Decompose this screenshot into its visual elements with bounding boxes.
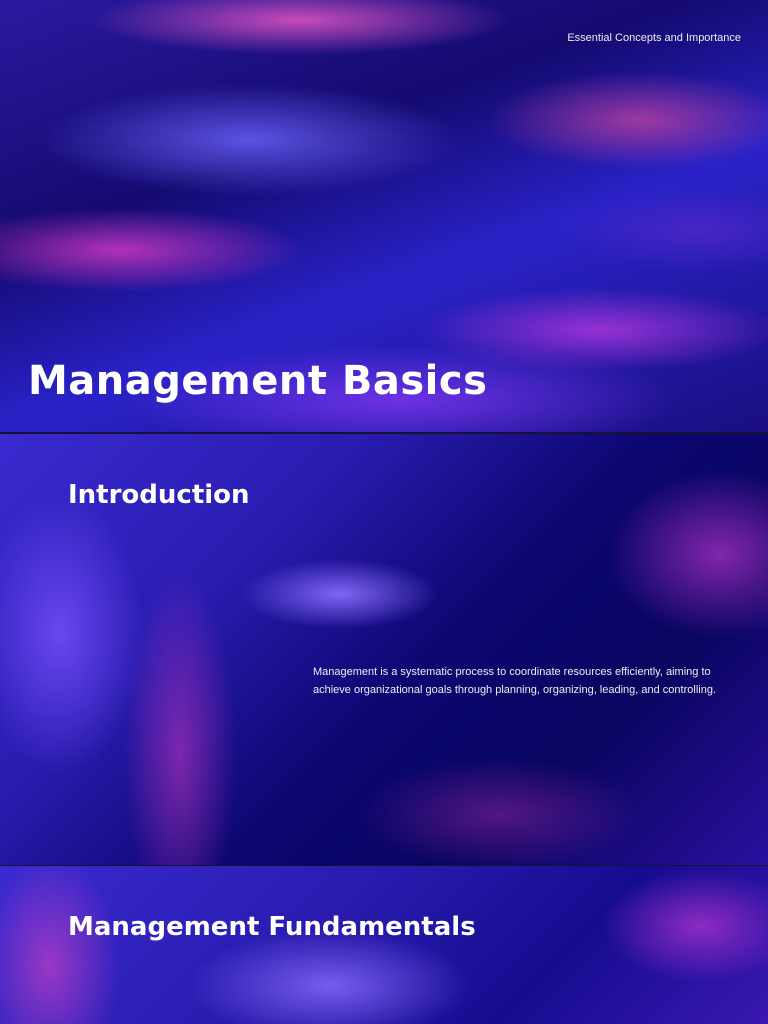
slide-body-text: Management is a systematic process to co… (313, 666, 717, 696)
slide-fundamentals: Management Fundamentals (0, 866, 768, 1024)
slide-title: Essential Concepts and Importance Manage… (0, 0, 768, 432)
slide-introduction: Introduction Management is a systematic … (0, 434, 768, 865)
slide-heading: Management Fundamentals (68, 912, 476, 942)
slide-heading: Introduction (68, 480, 250, 510)
slide-main-title: Management Basics (28, 358, 488, 404)
slide-subtitle: Essential Concepts and Importance (567, 32, 741, 44)
